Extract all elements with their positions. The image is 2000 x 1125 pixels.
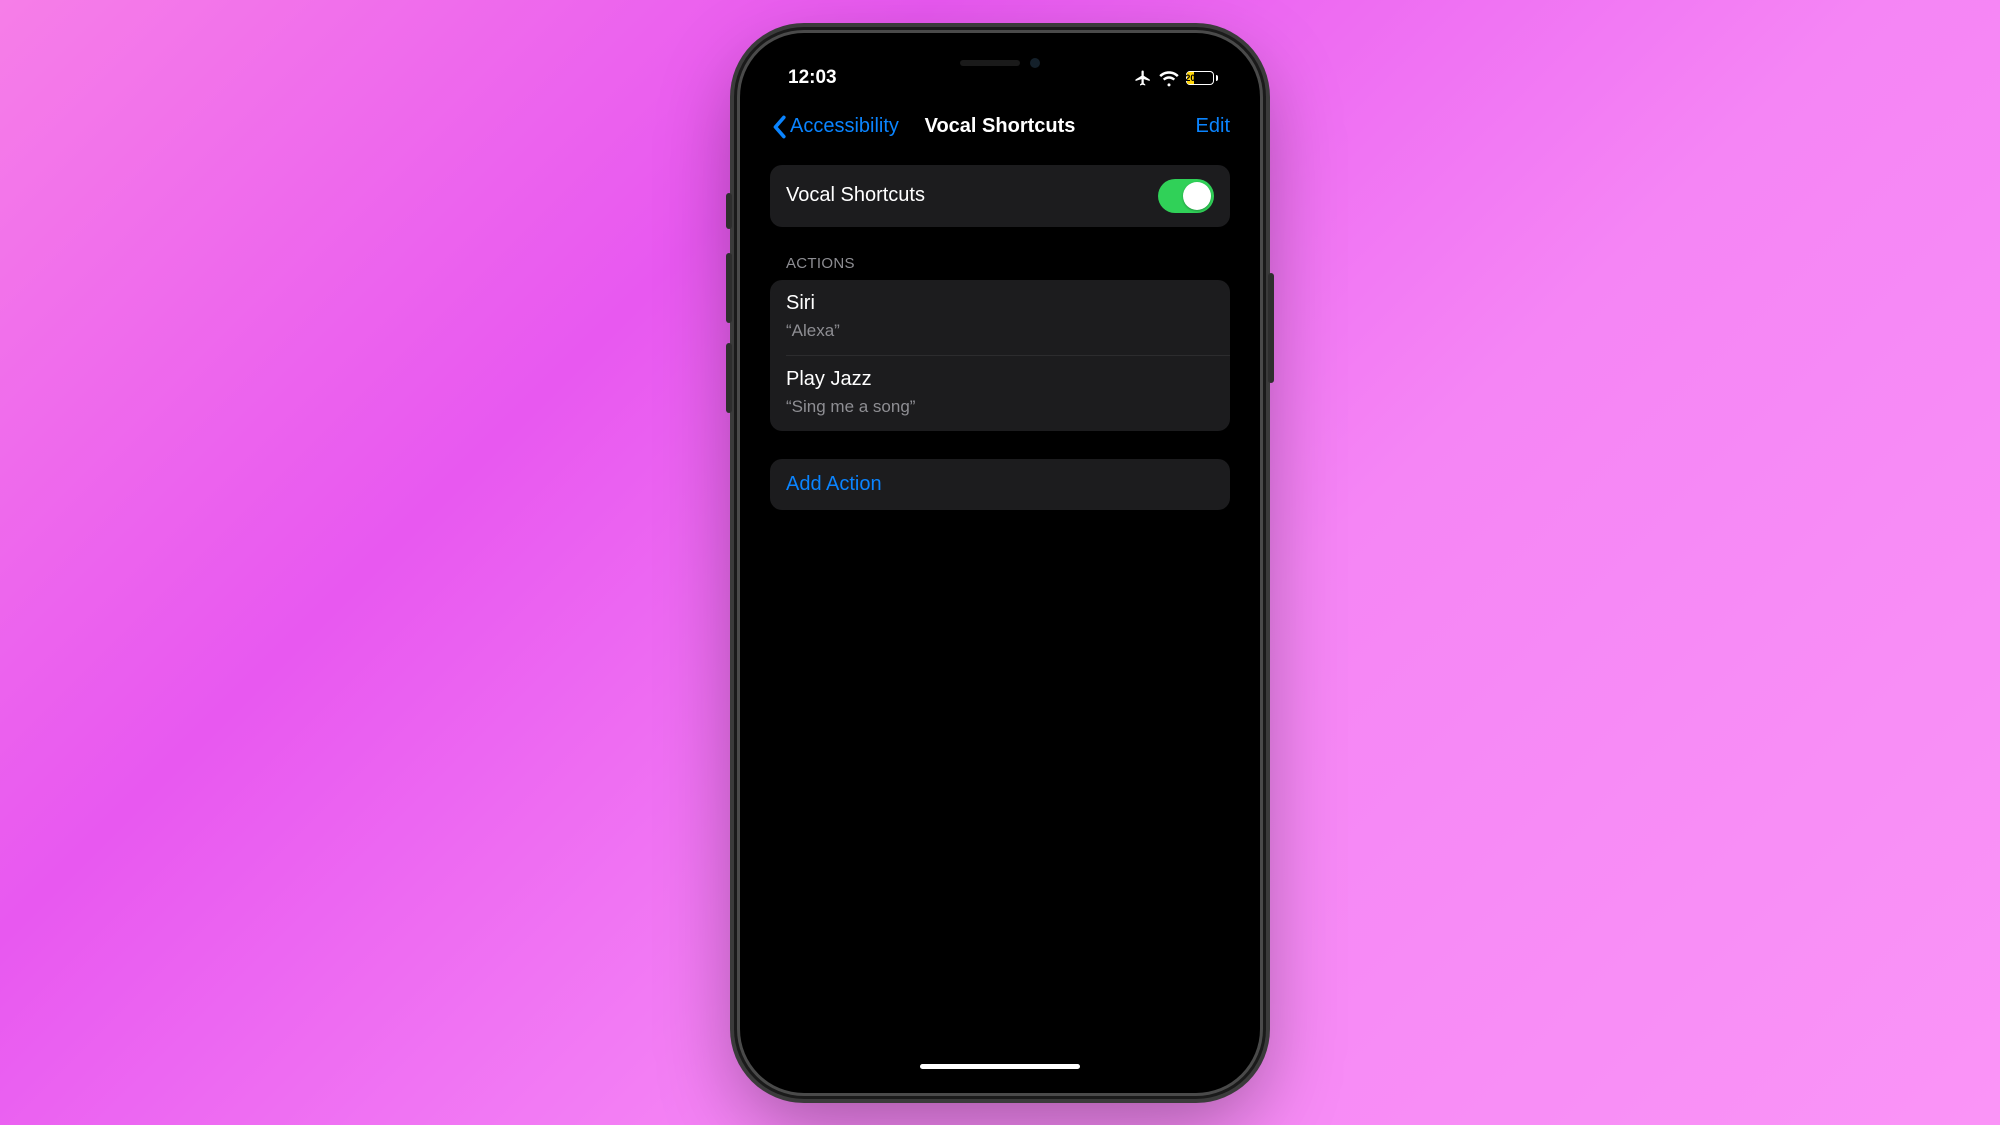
- vocal-shortcuts-toggle[interactable]: [1158, 179, 1214, 213]
- status-bar: 12:03 20: [754, 53, 1246, 103]
- screen: 12:03 20 Acc: [754, 47, 1246, 1079]
- action-row-play-jazz[interactable]: Play Jazz “Sing me a song”: [770, 356, 1230, 431]
- action-title: Siri: [786, 292, 1214, 315]
- home-indicator[interactable]: [920, 1064, 1080, 1069]
- status-time: 12:03: [788, 67, 837, 89]
- actions-list: Siri “Alexa” Play Jazz “Sing me a song”: [770, 280, 1230, 431]
- action-row-siri[interactable]: Siri “Alexa”: [770, 280, 1230, 355]
- action-phrase: “Sing me a song”: [786, 397, 1214, 417]
- mute-switch[interactable]: [726, 193, 732, 229]
- volume-up-button[interactable]: [726, 253, 732, 323]
- action-title: Play Jazz: [786, 368, 1214, 391]
- back-button[interactable]: Accessibility: [770, 115, 899, 139]
- content-area: Vocal Shortcuts Actions Siri “Alexa” Pla…: [754, 151, 1246, 510]
- battery-indicator: 20: [1186, 71, 1219, 85]
- toggle-knob: [1183, 182, 1211, 210]
- vocal-shortcuts-toggle-row[interactable]: Vocal Shortcuts: [770, 165, 1230, 227]
- chevron-left-icon: [770, 115, 788, 139]
- nav-bar: Accessibility Vocal Shortcuts Edit: [754, 103, 1246, 151]
- back-label: Accessibility: [790, 115, 899, 138]
- airplane-mode-icon: [1134, 69, 1152, 87]
- actions-section-header: Actions: [770, 227, 1230, 280]
- action-phrase: “Alexa”: [786, 321, 1214, 341]
- status-icons: 20: [1134, 68, 1219, 88]
- page-title: Vocal Shortcuts: [925, 115, 1076, 138]
- main-toggle-group: Vocal Shortcuts: [770, 165, 1230, 227]
- phone-frame: 12:03 20 Acc: [740, 33, 1260, 1093]
- add-action-button[interactable]: Add Action: [770, 459, 1230, 510]
- volume-down-button[interactable]: [726, 343, 732, 413]
- battery-percent: 20: [1187, 72, 1195, 84]
- power-button[interactable]: [1268, 273, 1274, 383]
- wifi-icon: [1159, 68, 1179, 88]
- vocal-shortcuts-toggle-label: Vocal Shortcuts: [786, 184, 925, 207]
- edit-button[interactable]: Edit: [1196, 115, 1230, 138]
- add-action-group: Add Action: [770, 459, 1230, 510]
